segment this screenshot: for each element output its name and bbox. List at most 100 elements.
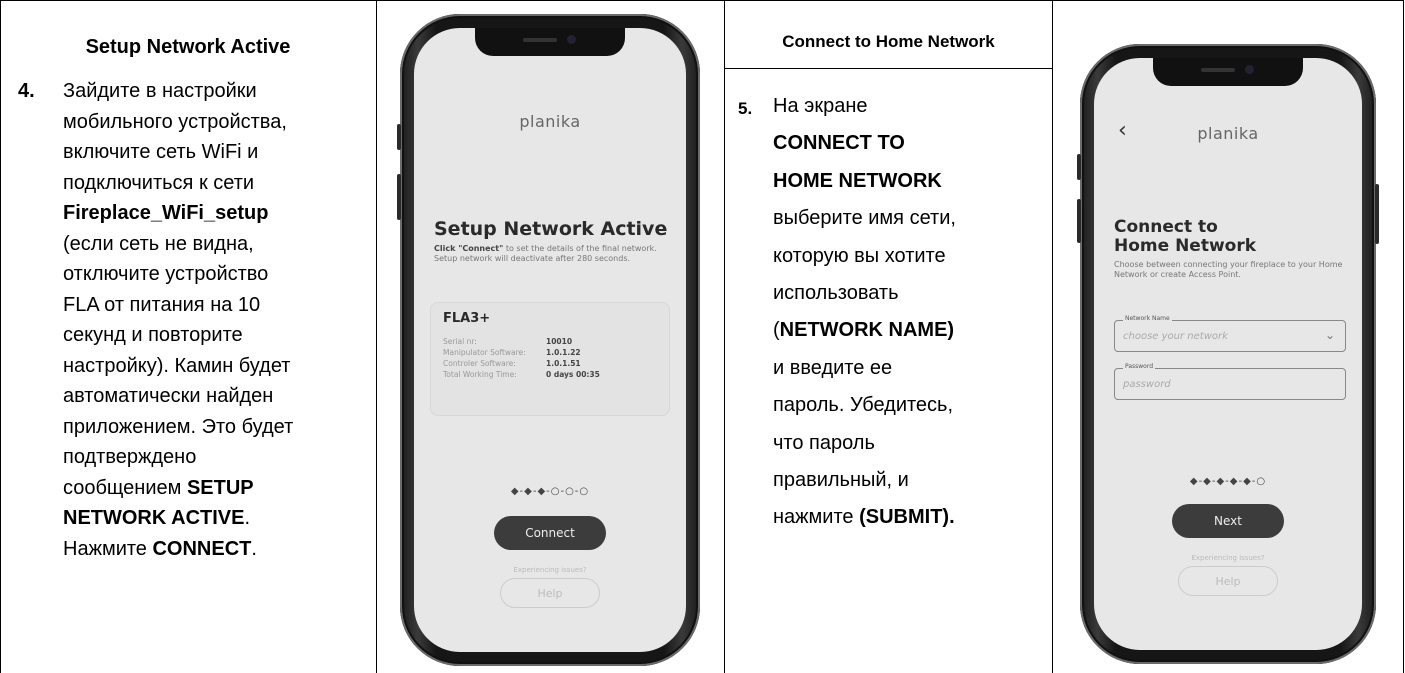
network-name-select[interactable]: Network Name choose your network ⌄ xyxy=(1114,315,1346,352)
instruction-bold-text: CONNECT xyxy=(152,537,252,560)
instruction-line: Нажмите CONNECT. xyxy=(63,534,373,565)
instruction-line: FLA от питания на 10 xyxy=(63,290,373,321)
instruction-text: Нажмите xyxy=(63,537,153,560)
instruction-text: автоматически найден xyxy=(63,385,274,407)
instruction-line: сообщением SETUP xyxy=(63,473,373,504)
table-border-left xyxy=(0,0,1,673)
instruction-table: Setup Network Active 4. Зайдите в настро… xyxy=(0,0,1405,673)
phone-side-button xyxy=(1077,199,1081,243)
chevron-down-icon: ⌄ xyxy=(1324,328,1335,342)
instruction-bold-text: (SUBMIT). xyxy=(859,506,955,529)
phone-notch xyxy=(475,28,625,56)
instruction-bold-text: NETWORK ACTIVE xyxy=(63,507,245,529)
instruction-text: мобильного устройства, xyxy=(63,110,287,133)
issues-text: Experiencing issues? xyxy=(513,566,587,574)
planika-logo: planika xyxy=(519,112,581,131)
instruction-text: и введите ее xyxy=(773,356,893,379)
instruction-line: На экране xyxy=(773,88,1053,125)
instruction-text: подключиться к сети xyxy=(63,171,255,194)
col1-header: Setup Network Active xyxy=(85,36,291,58)
instruction-text: включите сеть WiFi и xyxy=(63,141,259,163)
instruction-text: выберите имя сети, xyxy=(773,207,956,230)
instruction-text: сообщением xyxy=(63,476,187,499)
instruction-line: выберите имя сети, xyxy=(773,200,1053,237)
instruction-text: (если сеть не видна, xyxy=(63,232,254,255)
progress-dots: ◆-◆-◆-◆-◆-○ xyxy=(1189,476,1267,487)
phone-mockup-setup: planika Setup Network Active Click "Conn… xyxy=(397,14,700,666)
instruction-line: (NETWORK NAME) xyxy=(773,312,1053,349)
password-placeholder: password xyxy=(1123,379,1171,390)
col1-step-number: 4. xyxy=(18,80,35,102)
instruction-bold-text: NETWORK NAME) xyxy=(779,319,955,342)
col3-header-divider xyxy=(724,68,1053,69)
phone-screen-connect: ‹ planika Connect to Home Network Choose… xyxy=(1094,58,1362,650)
phone-side-button xyxy=(1077,154,1081,180)
device-row-label: Total Working Time: xyxy=(443,370,517,379)
progress-dots: ◆-◆-◆-○-○-○ xyxy=(510,486,590,497)
table-divider-1 xyxy=(376,0,377,673)
instruction-line: нажмите (SUBMIT). xyxy=(773,499,1053,536)
instruction-line: Fireplace_WiFi_setup xyxy=(63,198,373,229)
instruction-line: настройку). Камин будет xyxy=(63,351,373,382)
help-button[interactable]: Help xyxy=(1178,566,1278,596)
screen-description: Click "Connect" to set the details of th… xyxy=(434,244,668,264)
planika-logo: planika xyxy=(1197,124,1259,143)
password-label: Password xyxy=(1123,363,1156,370)
instruction-text: ( xyxy=(773,319,780,342)
phone-side-button xyxy=(397,174,401,220)
instruction-line: отключите устройство xyxy=(63,259,373,290)
help-button[interactable]: Help xyxy=(500,578,600,608)
instruction-line: NETWORK ACTIVE. xyxy=(63,503,373,534)
instruction-line: (если сеть не видна, xyxy=(63,229,373,260)
instruction-line: мобильного устройства, xyxy=(63,107,373,138)
screen-title: Connect to Home Network xyxy=(1114,218,1256,256)
instruction-line: приложением. Это будет xyxy=(63,412,373,443)
instruction-line: CONNECT TO xyxy=(773,125,1053,162)
device-row-value: 1.0.1.22 xyxy=(546,348,581,357)
instruction-text: которую вы хотите xyxy=(773,244,946,267)
password-field[interactable]: Password password xyxy=(1114,363,1346,400)
col3-step-number: 5. xyxy=(738,99,753,118)
device-card[interactable]: FLA3+ Serial nr: 10010 Manipulator Softw… xyxy=(430,302,670,416)
instruction-text: настройку). Камин будет xyxy=(63,354,291,377)
instruction-line: что пароль xyxy=(773,425,1053,462)
screen-title-line: Home Network xyxy=(1114,236,1257,256)
connect-button[interactable]: Connect xyxy=(494,516,606,550)
instruction-text: Зайдите в настройки xyxy=(63,80,257,102)
network-name-placeholder: choose your network xyxy=(1123,331,1228,342)
network-name-label: Network Name xyxy=(1123,315,1172,322)
instruction-text: что пароль xyxy=(773,431,875,454)
instruction-line: пароль. Убедитесь, xyxy=(773,387,1053,424)
device-row-value: 1.0.1.51 xyxy=(546,359,581,368)
instruction-text: отключите устройство xyxy=(63,263,269,285)
device-row-label: Serial nr: xyxy=(443,337,477,346)
instruction-text: приложением. Это будет xyxy=(63,415,294,438)
phone-side-button xyxy=(1375,184,1379,244)
instruction-line: подключиться к сети xyxy=(63,168,373,199)
instruction-text: подтверждено xyxy=(63,446,197,468)
phone-notch xyxy=(1153,58,1303,86)
instruction-line: автоматически найден xyxy=(63,381,373,412)
phone-side-button xyxy=(397,124,401,150)
next-button[interactable]: Next xyxy=(1172,504,1284,538)
phone-mockup-connect: ‹ planika Connect to Home Network Choose… xyxy=(1077,44,1379,664)
instruction-text: FLA от питания на 10 xyxy=(63,293,261,316)
instruction-text: нажмите xyxy=(773,506,860,529)
instruction-line: подтверждено xyxy=(63,442,373,473)
col3-header: Connect to Home Network xyxy=(782,32,995,51)
col3-instructions: На экране CONNECT TO HOME NETWORK выберите … xyxy=(773,88,1053,537)
instruction-bold-text: SETUP xyxy=(186,476,254,499)
instruction-text: использовать xyxy=(773,282,899,305)
instruction-line: включите сеть WiFi и xyxy=(63,137,373,168)
instruction-line: которую вы хотите xyxy=(773,238,1053,275)
device-name: FLA3+ xyxy=(443,311,491,326)
instruction-text: . xyxy=(244,507,251,529)
desc-bold: Click "Connect" xyxy=(434,244,504,253)
screen-description: Choose between connecting your fireplace… xyxy=(1114,260,1343,279)
screen-title-line: Connect to xyxy=(1114,217,1218,237)
issues-text: Experiencing issues? xyxy=(1191,554,1265,562)
instruction-line: секунд и повторите xyxy=(63,320,373,351)
device-row-value: 0 days 00:35 xyxy=(546,370,600,379)
table-border-right xyxy=(1403,0,1404,673)
screen-title: Setup Network Active xyxy=(434,218,668,240)
